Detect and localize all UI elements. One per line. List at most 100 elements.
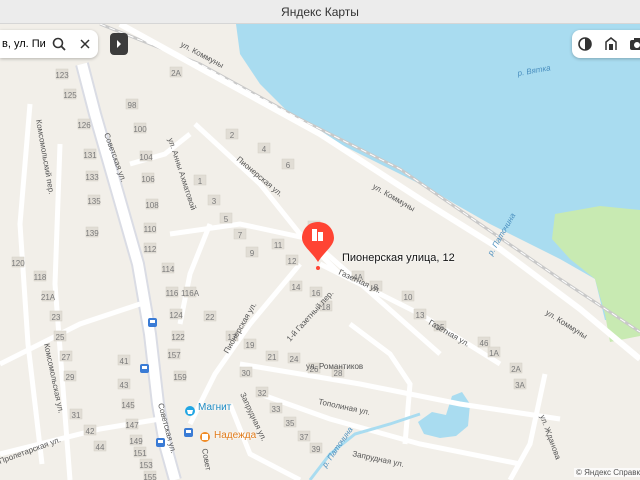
street-label: ул. Романтиков [306,362,363,371]
layers-icon[interactable] [572,30,598,58]
house-number: 11 [274,241,283,250]
house-number: 114 [162,265,175,274]
house-number: 153 [139,461,153,470]
house-number: 41 [120,357,129,366]
river-patochina [308,412,421,480]
house-number: 116А [181,289,200,298]
house-number: 131 [83,151,97,160]
house-number: 46 [480,339,489,348]
house-number: 133 [85,173,99,182]
camera-icon[interactable] [624,30,640,58]
house-number: 118 [34,273,47,282]
house-number: 157 [167,351,181,360]
house-number: 14 [292,283,301,292]
house-number: 44 [96,443,105,452]
house-number: 12 [288,257,297,266]
poi-nadezhda-marker[interactable] [200,432,210,442]
house-number: 124 [169,311,183,320]
house-number: 24 [290,355,299,364]
water-label: р. Паточина [320,425,355,470]
river-vyatka [236,24,640,324]
street-label: Комсомольский пер. [34,119,56,195]
house-number: 2 [230,131,235,140]
search-box[interactable]: в, ул. Пио [0,30,98,58]
house-number: 145 [121,401,135,410]
house-number: 2А [171,69,181,78]
house-number: 3А [515,381,525,390]
house-number: 19 [246,341,255,350]
house-number: 31 [72,411,81,420]
house-number: 120 [11,259,25,268]
house-number: 155 [143,473,157,480]
map-svg[interactable]: 1161231251261311331351392А98100104106108… [0,24,640,480]
house-number: 39 [312,445,321,454]
route-icon[interactable] [598,30,624,58]
street-label: Газетная ул. [427,318,471,349]
pin-address-label[interactable]: Пионерская улица, 12 [342,252,455,264]
house-number: 1А [489,349,499,358]
house-number: 104 [139,153,153,162]
house-number: 98 [128,101,137,110]
street-label: ул. Коммуны [371,182,417,214]
house-number: 43 [120,381,129,390]
house-number: 159 [173,373,187,382]
poi-magnit-marker[interactable] [185,406,195,416]
house-number: 151 [133,449,147,458]
house-number: 13 [416,311,425,320]
house-number: 147 [125,421,139,430]
house-number: 149 [129,437,143,446]
poi-nadezhda-label[interactable]: Надежда [214,430,256,441]
house-number: 30 [242,369,251,378]
house-number: 108 [145,201,159,210]
house-number: 125 [63,91,77,100]
house-number: 106 [141,175,155,184]
poi-magnit-label[interactable]: Магнит [198,402,231,413]
house-number: 116 [166,289,179,298]
house-number: 10 [404,293,413,302]
house-number: 112 [144,245,157,254]
house-number: 122 [171,333,185,342]
search-input[interactable]: в, ул. Пио [0,38,46,50]
house-number: 139 [85,229,99,238]
map-canvas[interactable]: 1161231251261311331351392А98100104106108… [0,24,640,480]
house-number: 5 [224,215,229,224]
close-icon[interactable] [72,30,98,58]
house-number: 6 [286,161,291,170]
house-number: 126 [77,121,91,130]
chevron-right-icon [116,35,122,53]
house-number: 32 [258,389,267,398]
house-number: 123 [55,71,69,80]
house-number: 29 [66,373,75,382]
house-number: 21А [41,293,56,302]
street-label: ул. Анны Ахматовой [166,137,198,211]
store-icon [202,434,208,440]
panel-toggle-button[interactable] [110,33,128,55]
street-label: Тополиная ул. [318,397,371,417]
house-number: 4 [262,145,267,154]
house-number: 100 [133,125,147,134]
house-number: 7 [238,231,243,240]
street-label: Запрудная ул. [352,449,405,469]
street-label: Совет [200,448,213,472]
house-number: 37 [300,433,309,442]
house-number: 16 [312,289,321,298]
house-number: 110 [144,225,157,234]
house-number: 9 [250,249,255,258]
search-icon[interactable] [46,30,72,58]
window-title-bar: Яндекс Карты [0,0,640,24]
house-number: 27 [62,353,71,362]
house-number: 23 [52,313,61,322]
house-number: 22 [206,313,215,322]
house-number: 33 [272,405,281,414]
map-tools [572,30,640,58]
window-title: Яндекс Карты [281,4,359,19]
house-number: 135 [87,197,101,206]
building-icon [312,229,317,241]
house-number: 42 [86,427,95,436]
shopping-cart-icon [187,410,193,414]
map-attribution[interactable]: © Яндекс Справка [574,468,640,477]
house-number: 1 [198,177,203,186]
house-number: 3 [212,197,217,206]
house-number: 25 [56,333,65,342]
house-number: 21 [268,353,277,362]
